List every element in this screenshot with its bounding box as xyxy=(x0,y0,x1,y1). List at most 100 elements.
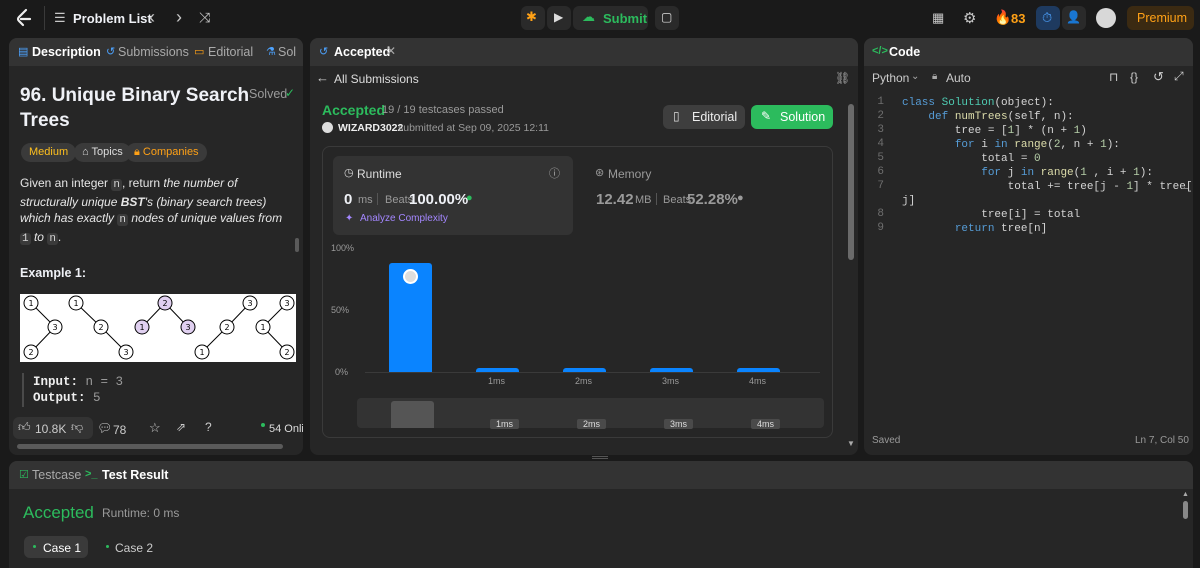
difficulty-badge[interactable]: Medium xyxy=(21,143,77,162)
debug-button[interactable]: ✱ xyxy=(521,6,545,30)
desc-text: Given an integer xyxy=(20,176,109,190)
thumbs-down-icon[interactable]: 👎︎ xyxy=(71,420,83,435)
language-select[interactable]: Python xyxy=(872,71,909,85)
case-2-tab[interactable]: Case 2 xyxy=(99,536,163,558)
submit-button[interactable]: ☁ Submit xyxy=(573,6,648,30)
bookmark-icon[interactable]: ⊓ xyxy=(1109,70,1118,84)
slider-tick-label: 3ms xyxy=(664,419,694,429)
bug-icon: ✱ xyxy=(526,9,537,24)
tab-solutions[interactable]: Sol xyxy=(278,45,296,59)
tab-testcase[interactable]: Testcase xyxy=(32,468,81,482)
analyze-complexity-link[interactable]: Analyze Complexity xyxy=(360,213,448,224)
solved-label: Solved xyxy=(249,87,288,101)
chart-bar[interactable] xyxy=(476,368,519,372)
x-tick-label: 2ms xyxy=(575,376,593,386)
star-icon[interactable]: ☆ xyxy=(149,420,161,436)
link-icon[interactable]: ⛓ xyxy=(835,71,850,85)
user-avatar-marker xyxy=(403,268,418,284)
svg-text:2: 2 xyxy=(98,323,103,332)
problem-list-link[interactable]: Problem List xyxy=(73,11,152,26)
braces-icon[interactable]: {} xyxy=(1130,70,1138,84)
line-number: 6 xyxy=(877,166,884,178)
line-number: 1 xyxy=(877,96,884,108)
example-border xyxy=(22,373,24,407)
top-bar: ☰ Problem List ‹ › ⤨ ✱ ▶ ☁ Submit ▢ ▦ ⚙ … xyxy=(0,0,1200,36)
gear-icon[interactable]: ⚙ xyxy=(963,9,976,27)
close-icon[interactable]: ✕ xyxy=(386,44,396,58)
panel-header: ↺ Accepted ✕ xyxy=(310,38,858,66)
fullscreen-icon[interactable]: ⤢ xyxy=(1174,69,1184,84)
notes-button[interactable]: ▢ xyxy=(655,6,679,30)
description-footer: 👍︎ 10.8K 👎︎ 💬︎ 78 ☆ ⇗ ? 54 Onli xyxy=(9,416,303,442)
horizontal-scrollbar[interactable] xyxy=(17,444,283,449)
lock-icon: 🔒︎ xyxy=(932,71,938,82)
memory-label[interactable]: Memory xyxy=(608,167,651,181)
runtime-card[interactable]: ◷ Runtime ⓘ 0 ms Beats 100.00% ● ✦ Analy… xyxy=(333,156,573,235)
premium-button[interactable]: Premium xyxy=(1127,6,1194,30)
y-tick-label: 0% xyxy=(335,367,349,377)
list-icon[interactable]: ☰ xyxy=(54,10,66,26)
result-runtime: Runtime: 0 ms xyxy=(102,506,180,520)
timer-button[interactable]: ⏱ xyxy=(1036,6,1060,30)
svg-text:2: 2 xyxy=(224,323,229,332)
companies-tag[interactable]: 🔒︎ Companies xyxy=(126,143,207,162)
run-button[interactable]: ▶ xyxy=(547,6,571,30)
chart-bar[interactable] xyxy=(737,368,780,372)
solution-button[interactable]: ✎ Solution xyxy=(751,105,833,129)
vertical-scrollbar[interactable] xyxy=(1183,501,1188,519)
tab-code[interactable]: Code xyxy=(889,45,920,59)
fire-icon[interactable]: 🔥 xyxy=(994,9,1011,26)
case-1-label: Case 1 xyxy=(43,541,82,555)
vertical-scrollbar[interactable] xyxy=(848,104,854,260)
code-line: total = 0 xyxy=(902,153,1041,165)
book-icon: ▭ xyxy=(194,46,205,58)
scroll-down-arrow-icon[interactable]: ▼ xyxy=(847,439,855,448)
premium-label: Premium xyxy=(1137,11,1188,25)
runtime-distribution-chart[interactable]: 100% 50% 0% 1ms 2ms 3ms 4ms xyxy=(323,243,832,393)
resize-handle[interactable] xyxy=(592,456,608,459)
reset-icon[interactable]: ↺ xyxy=(1153,69,1164,85)
all-submissions-link[interactable]: All Submissions xyxy=(334,72,419,86)
back-arrow-icon[interactable]: ← xyxy=(316,70,329,85)
username[interactable]: WIZARD3022 xyxy=(338,122,403,134)
code-line: return tree[n] xyxy=(954,223,1048,235)
scroll-up-arrow-icon[interactable]: ▲ xyxy=(1182,491,1189,498)
leetcode-logo[interactable] xyxy=(14,8,34,28)
layout-icon[interactable]: ▦ xyxy=(932,10,944,26)
chart-bar[interactable] xyxy=(563,368,606,372)
tab-submissions[interactable]: Submissions xyxy=(118,45,189,59)
like-button[interactable]: 👍︎ 10.8K 👎︎ xyxy=(13,417,93,439)
comment-icon[interactable]: 💬︎ xyxy=(97,421,112,435)
avatar[interactable] xyxy=(1096,8,1116,28)
tab-editorial[interactable]: Editorial xyxy=(208,45,253,59)
case-2-label: Case 2 xyxy=(115,541,154,555)
tab-test-result[interactable]: Test Result xyxy=(102,468,168,482)
svg-text:1: 1 xyxy=(73,299,78,308)
invite-button[interactable]: 👤 xyxy=(1062,6,1086,30)
flask-icon: ⚗ xyxy=(266,46,276,58)
shuffle-icon[interactable]: ⤨ xyxy=(199,9,210,26)
output-value: 5 xyxy=(93,391,101,405)
chart-bar[interactable] xyxy=(389,262,432,372)
info-icon[interactable]: ⓘ xyxy=(549,165,560,181)
chart-bar[interactable] xyxy=(650,368,693,372)
companies-label: Companies xyxy=(142,146,199,158)
svg-text:2: 2 xyxy=(162,299,167,308)
case-1-tab[interactable]: Case 1 xyxy=(24,536,88,558)
topics-tag[interactable]: ⌂ Topics xyxy=(74,143,131,162)
editorial-button[interactable]: ▯ Editorial xyxy=(663,105,745,129)
x-axis xyxy=(365,372,820,373)
line-number: 8 xyxy=(877,208,884,220)
tab-accepted[interactable]: Accepted xyxy=(334,45,390,59)
vertical-scrollbar[interactable] xyxy=(295,238,299,252)
topics-label: Topics xyxy=(91,146,123,158)
code-editor[interactable]: class Solution(object): def numTrees(sel… xyxy=(902,96,1193,236)
prev-problem-icon[interactable]: ‹ xyxy=(149,7,155,28)
page-title: 96. Unique Binary Search Trees xyxy=(20,83,249,133)
share-icon[interactable]: ⇗ xyxy=(176,420,186,434)
tab-description[interactable]: Description xyxy=(32,45,101,59)
chevron-down-icon[interactable]: ⌄ xyxy=(911,71,919,82)
help-icon[interactable]: ? xyxy=(205,420,212,434)
next-problem-icon[interactable]: › xyxy=(176,7,182,28)
auto-mode[interactable]: Auto xyxy=(946,71,971,85)
